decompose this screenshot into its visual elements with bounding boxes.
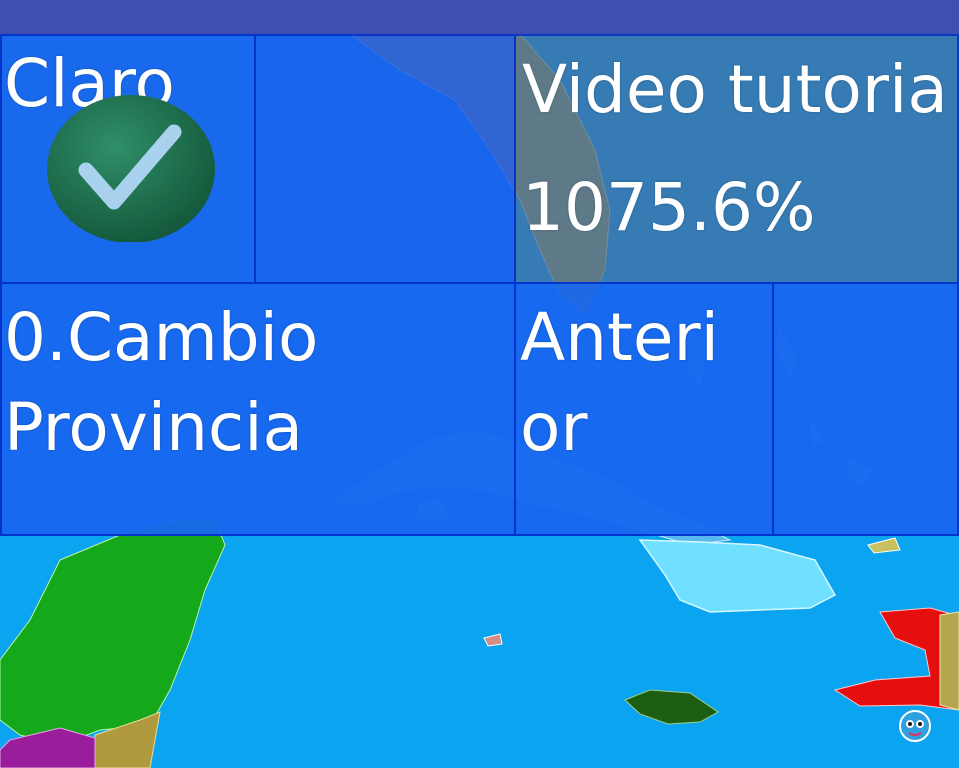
cambio-line1: 0.Cambio <box>4 299 319 376</box>
progress-percentage: 1075.6% <box>522 169 816 246</box>
map-region-dominican <box>939 611 959 711</box>
mascot-icon <box>899 710 931 742</box>
claro-tile[interactable]: Claro <box>0 34 256 284</box>
cambio-provincia-tile[interactable]: 0.Cambio Provincia <box>0 282 516 536</box>
empty-tile-top[interactable] <box>254 34 516 284</box>
cambio-line2: Provincia <box>4 389 303 466</box>
anterior-tile[interactable]: Anteri or <box>514 282 774 536</box>
video-tutorial-tile[interactable]: Video tutoria 1075.6% <box>514 34 959 284</box>
empty-tile-right[interactable] <box>772 282 959 536</box>
anterior-line1: Anteri <box>520 299 719 376</box>
top-bar <box>0 0 959 34</box>
anterior-line2: or <box>520 389 588 466</box>
checkmark-circle-icon <box>47 95 215 242</box>
video-tutorial-label: Video tutoria <box>522 51 948 128</box>
